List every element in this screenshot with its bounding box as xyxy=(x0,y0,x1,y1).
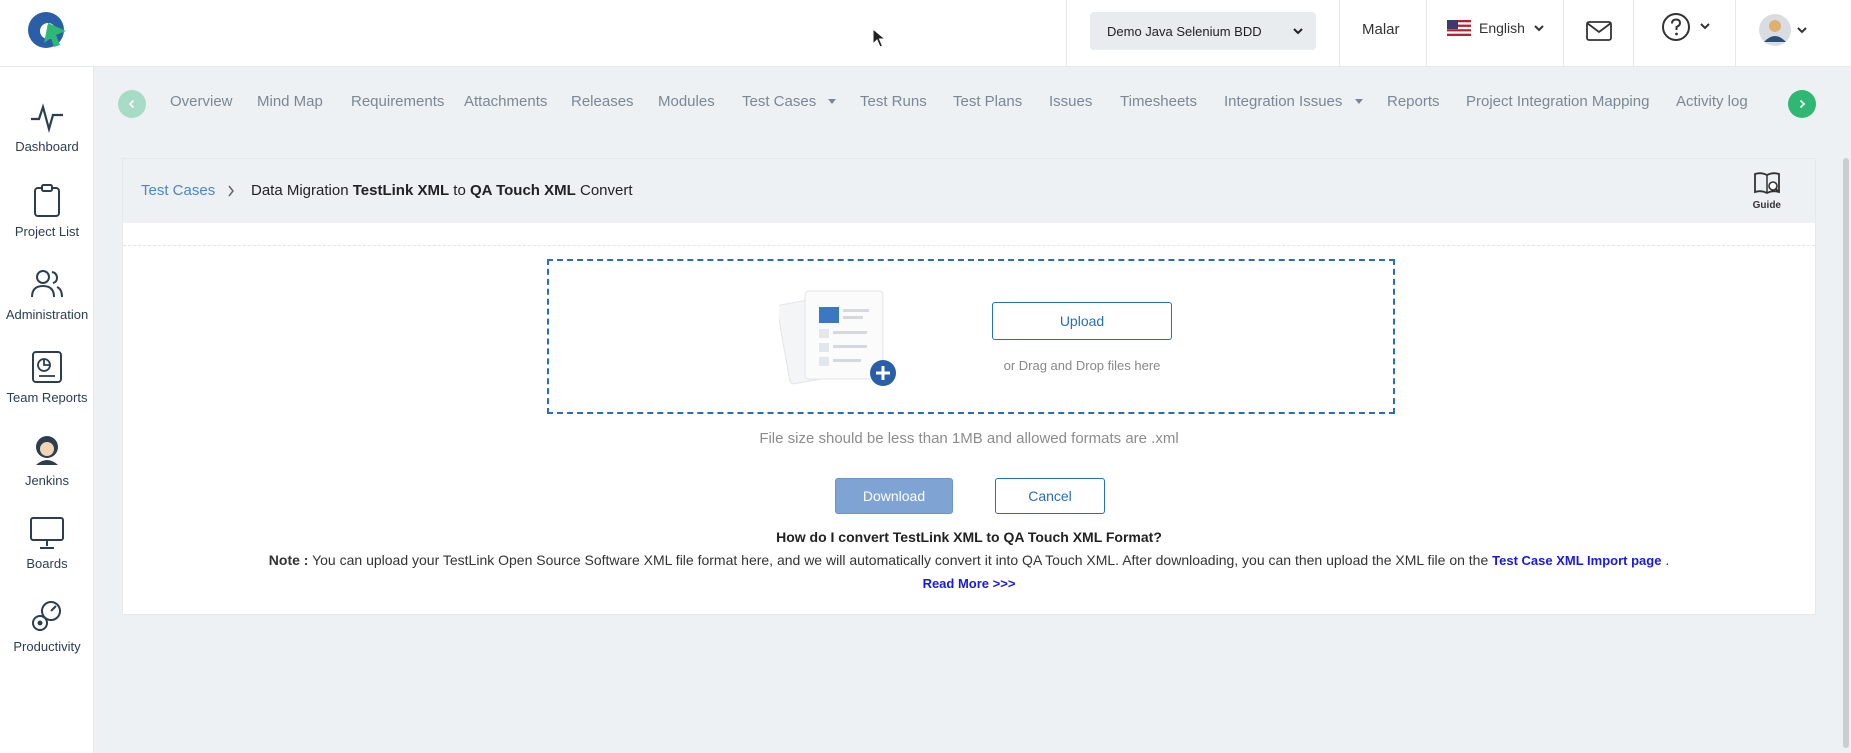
chevron-down-icon xyxy=(1534,25,1544,32)
tab-test-cases[interactable]: Test Cases xyxy=(742,93,837,110)
title-prefix: Data Migration xyxy=(251,182,349,199)
sidebar-item-label: Boards xyxy=(26,556,68,571)
scrollbar-thumb[interactable] xyxy=(1843,158,1849,748)
guide-button[interactable]: Guide xyxy=(1753,171,1781,211)
caret-down-icon xyxy=(828,99,837,105)
sidebar-item-administration[interactable]: Administration xyxy=(0,267,94,322)
convert-panel: Test Cases Data Migration TestLink XML t… xyxy=(122,158,1816,615)
tab-activity-log[interactable]: Activity log xyxy=(1676,93,1748,110)
breadcrumb-link-test-cases[interactable]: Test Cases xyxy=(141,182,215,199)
title-target: QA Touch XML xyxy=(469,182,576,199)
download-button[interactable]: Download xyxy=(835,478,953,514)
help-question: How do I convert TestLink XML to QA Touc… xyxy=(776,529,1162,545)
nav-scroll-right-button[interactable] xyxy=(1788,90,1816,118)
header-divider xyxy=(1339,0,1340,67)
note-body: You can upload your TestLink Open Source… xyxy=(312,552,1489,568)
title-suffix: Convert xyxy=(579,182,633,199)
tab-test-runs[interactable]: Test Runs xyxy=(860,93,927,110)
chevron-right-icon xyxy=(1799,99,1806,109)
tab-overview[interactable]: Overview xyxy=(170,93,233,110)
tab-requirements[interactable]: Requirements xyxy=(351,93,444,110)
note-label: Note : xyxy=(268,552,309,568)
header-divider xyxy=(1735,0,1736,67)
divider xyxy=(123,245,1815,246)
board-icon xyxy=(30,517,64,549)
sidebar: Dashboard Project List Administration Te… xyxy=(0,67,94,753)
tab-releases[interactable]: Releases xyxy=(571,93,634,110)
sidebar-item-jenkins[interactable]: Jenkins xyxy=(0,433,94,488)
chevron-down-icon[interactable] xyxy=(1699,20,1711,32)
sidebar-item-dashboard[interactable]: Dashboard xyxy=(0,101,94,154)
header-divider xyxy=(1563,0,1564,67)
sidebar-item-label: Administration xyxy=(5,307,89,322)
project-select[interactable]: Demo Java Selenium BDD xyxy=(1090,12,1316,50)
top-bar: Demo Java Selenium BDD Malar English xyxy=(0,0,1851,67)
guide-label: Guide xyxy=(1752,200,1781,211)
cancel-button[interactable]: Cancel xyxy=(995,478,1105,514)
sidebar-item-boards[interactable]: Boards xyxy=(0,516,94,571)
header-divider xyxy=(1633,0,1634,67)
tab-label: Test Cases xyxy=(742,93,817,110)
sidebar-item-label: Dashboard xyxy=(15,139,79,154)
help-note: Note : You can upload your TestLink Open… xyxy=(123,552,1815,568)
clipboard-icon xyxy=(34,184,60,217)
page-scrollbar[interactable] xyxy=(1841,158,1851,753)
header-divider xyxy=(1426,0,1427,67)
header-divider xyxy=(1066,0,1067,67)
title-to: to xyxy=(453,182,466,199)
language-selector[interactable]: English xyxy=(1447,20,1545,36)
tab-label: Integration Issues xyxy=(1224,93,1343,110)
sidebar-item-project-list[interactable]: Project List xyxy=(0,184,94,239)
tab-modules[interactable]: Modules xyxy=(658,93,715,110)
chevron-down-icon xyxy=(1293,28,1303,35)
pulse-icon xyxy=(31,103,63,133)
mouse-cursor-icon xyxy=(872,28,886,48)
chevron-right-icon xyxy=(228,185,234,197)
sidebar-item-productivity[interactable]: Productivity xyxy=(0,599,94,654)
help-icon[interactable] xyxy=(1661,12,1691,42)
book-search-icon xyxy=(1753,172,1780,195)
avatar[interactable] xyxy=(1759,14,1791,46)
chevron-down-icon[interactable] xyxy=(1796,24,1808,36)
file-size-hint: File size should be less than 1MB and al… xyxy=(759,430,1179,447)
sidebar-item-team-reports[interactable]: Team Reports xyxy=(0,350,94,405)
gauge-gear-icon xyxy=(32,601,61,631)
tab-issues[interactable]: Issues xyxy=(1049,93,1092,110)
language-label: English xyxy=(1479,20,1525,36)
title-source: TestLink XML xyxy=(352,182,450,199)
tab-mind-map[interactable]: Mind Map xyxy=(257,93,323,110)
jenkins-icon xyxy=(36,436,58,465)
qa-touch-logo-icon[interactable] xyxy=(26,9,68,51)
tab-project-integration-mapping[interactable]: Project Integration Mapping xyxy=(1466,93,1649,110)
sidebar-item-label: Jenkins xyxy=(24,473,70,488)
drag-drop-hint: or Drag and Drop files here xyxy=(1003,358,1161,373)
mail-icon[interactable] xyxy=(1586,21,1612,41)
read-more-link[interactable]: Read More >>> xyxy=(123,576,1815,591)
tab-reports[interactable]: Reports xyxy=(1387,93,1440,110)
sidebar-item-label: Project List xyxy=(14,224,80,239)
tab-test-plans[interactable]: Test Plans xyxy=(953,93,1022,110)
upload-button[interactable]: Upload xyxy=(992,302,1172,340)
caret-down-icon xyxy=(1354,99,1363,105)
sidebar-item-label: Team Reports xyxy=(6,390,88,405)
file-dropzone[interactable]: Upload or Drag and Drop files here xyxy=(547,259,1395,414)
report-icon xyxy=(32,351,62,383)
tab-timesheets[interactable]: Timesheets xyxy=(1120,93,1197,110)
page-title: Data Migration TestLink XML to QA Touch … xyxy=(251,182,633,199)
nav-scroll-left-button[interactable] xyxy=(118,90,146,118)
users-icon xyxy=(31,270,63,298)
us-flag-icon xyxy=(1447,20,1471,36)
chevron-left-icon xyxy=(128,99,135,109)
tab-integration-issues[interactable]: Integration Issues xyxy=(1224,93,1363,110)
breadcrumb: Test Cases Data Migration TestLink XML t… xyxy=(123,159,1815,223)
project-select-value: Demo Java Selenium BDD xyxy=(1107,23,1262,39)
sidebar-item-label: Productivity xyxy=(13,639,81,654)
tab-attachments[interactable]: Attachments xyxy=(464,93,547,110)
xml-import-page-link[interactable]: Test Case XML Import page xyxy=(1492,553,1661,568)
document-add-icon xyxy=(779,290,896,386)
note-end: . xyxy=(1665,552,1670,568)
user-name[interactable]: Malar xyxy=(1362,21,1400,38)
